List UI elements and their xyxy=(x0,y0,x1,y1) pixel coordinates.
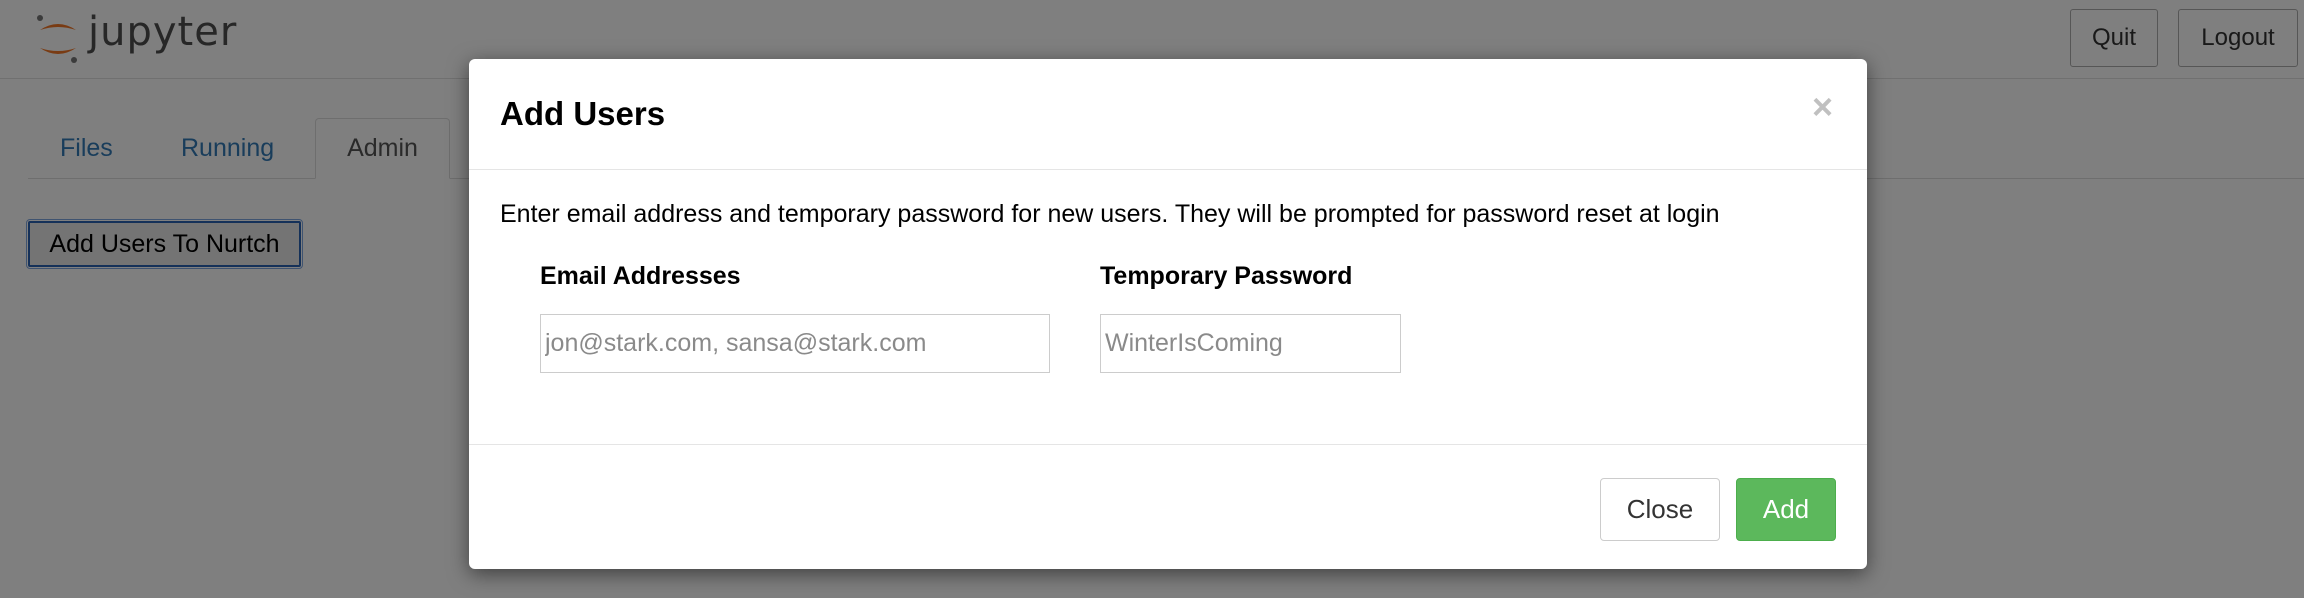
close-button[interactable]: Close xyxy=(1600,478,1720,541)
modal-footer: Close Add xyxy=(469,444,1867,570)
modal-description: Enter email address and temporary passwo… xyxy=(500,200,1720,228)
modal-header: Add Users × xyxy=(469,59,1867,170)
email-addresses-label: Email Addresses xyxy=(540,262,741,290)
modal-title: Add Users xyxy=(500,95,666,132)
temporary-password-input[interactable] xyxy=(1100,314,1401,373)
temporary-password-label: Temporary Password xyxy=(1100,262,1353,290)
email-addresses-input[interactable] xyxy=(540,314,1050,373)
add-users-modal: Add Users × Enter email address and temp… xyxy=(469,59,1867,569)
close-icon[interactable]: × xyxy=(1812,89,1833,125)
add-button[interactable]: Add xyxy=(1736,478,1836,541)
